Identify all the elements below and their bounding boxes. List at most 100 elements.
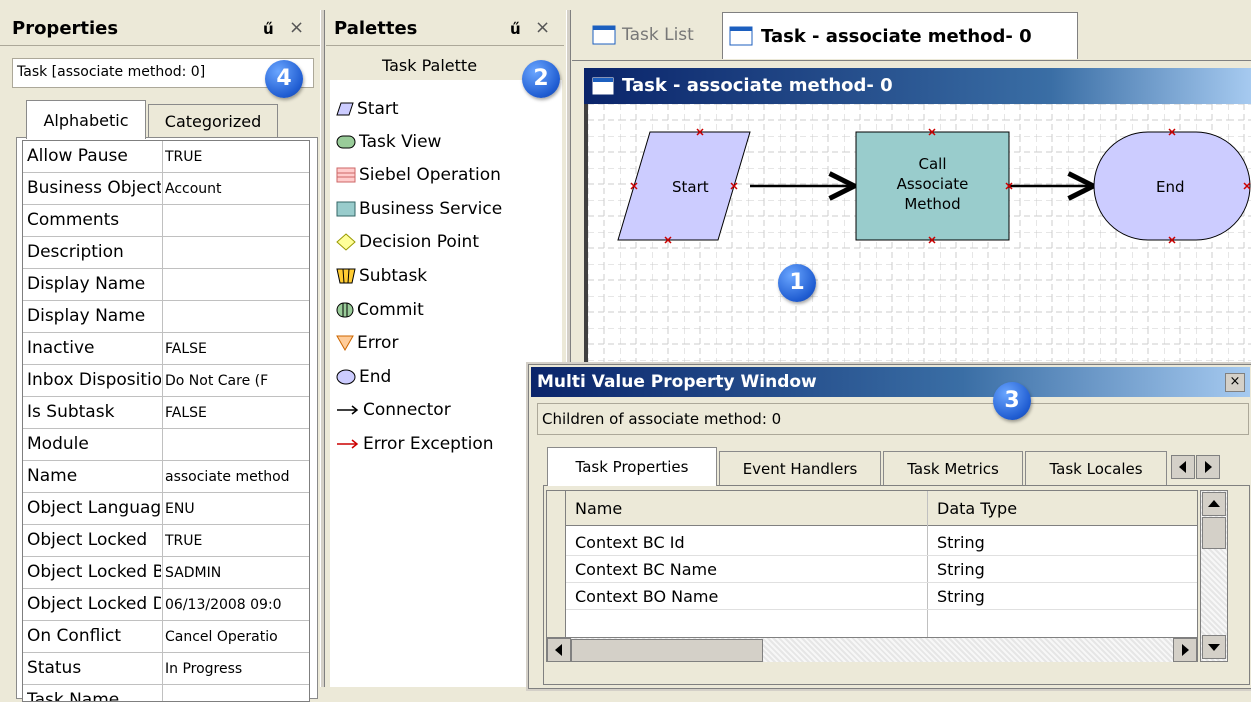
property-row[interactable]: Module bbox=[23, 429, 309, 461]
property-value[interactable]: Account bbox=[165, 181, 307, 203]
palette-item-task-view[interactable]: Task View bbox=[336, 127, 441, 157]
property-value[interactable]: TRUE bbox=[165, 533, 307, 555]
palette-item-commit[interactable]: Commit bbox=[336, 295, 424, 325]
property-value[interactable]: In Progress bbox=[165, 661, 307, 683]
property-row[interactable]: On Conflict Cancel Operatio bbox=[23, 621, 309, 653]
property-value[interactable]: FALSE bbox=[165, 341, 307, 363]
triangle-icon bbox=[336, 335, 354, 351]
property-row[interactable]: Name associate method bbox=[23, 461, 309, 493]
property-row[interactable]: Object Language ENU bbox=[23, 493, 309, 525]
close-icon[interactable]: × bbox=[289, 17, 304, 38]
tab-event-handlers[interactable]: Event Handlers bbox=[719, 451, 881, 485]
scroll-thumb[interactable] bbox=[571, 639, 763, 662]
property-name: Is Subtask bbox=[27, 402, 115, 422]
vertical-scrollbar[interactable] bbox=[1200, 490, 1228, 662]
property-value[interactable] bbox=[165, 277, 307, 299]
close-icon[interactable]: × bbox=[535, 17, 550, 38]
column-header-data-type[interactable]: Data Type bbox=[937, 499, 1017, 518]
property-row[interactable]: Is Subtask FALSE bbox=[23, 397, 309, 429]
palette-item-label: Error bbox=[357, 333, 399, 353]
tab-scroll-right-button[interactable] bbox=[1196, 455, 1220, 479]
property-value[interactable]: Cancel Operatio bbox=[165, 629, 307, 651]
tab-task-properties[interactable]: Task Properties bbox=[547, 447, 717, 486]
property-row[interactable]: Display Name bbox=[23, 269, 309, 301]
start-node-label[interactable]: Start bbox=[672, 178, 709, 196]
property-value[interactable]: FALSE bbox=[165, 405, 307, 427]
tab-task-locales[interactable]: Task Locales bbox=[1025, 451, 1167, 485]
mv-row-type[interactable]: String bbox=[937, 529, 985, 556]
tab-scroll-left-button[interactable] bbox=[1171, 455, 1195, 479]
property-value[interactable]: ENU bbox=[165, 501, 307, 523]
splitter[interactable] bbox=[320, 10, 325, 687]
property-value[interactable] bbox=[165, 437, 307, 459]
property-row[interactable]: Task Name bbox=[23, 685, 309, 701]
property-value[interactable]: SADMIN bbox=[165, 565, 307, 587]
property-row[interactable]: Business Object Account bbox=[23, 173, 309, 205]
property-row[interactable]: Object Locked TRUE bbox=[23, 525, 309, 557]
property-row[interactable]: Display Name bbox=[23, 301, 309, 333]
property-value[interactable]: Do Not Care (F bbox=[165, 373, 307, 395]
property-row[interactable]: Status In Progress bbox=[23, 653, 309, 685]
task-view-icon bbox=[336, 135, 356, 149]
property-value[interactable] bbox=[165, 213, 307, 235]
property-row[interactable]: Allow Pause TRUE bbox=[23, 141, 309, 173]
property-value[interactable]: TRUE bbox=[165, 149, 307, 171]
scroll-left-button[interactable] bbox=[547, 638, 571, 662]
tab-alphabetic[interactable]: Alphabetic bbox=[26, 100, 146, 139]
mv-row-name[interactable]: Context BC Id bbox=[575, 529, 685, 556]
close-icon[interactable]: × bbox=[1225, 373, 1245, 392]
property-row[interactable]: Object Locked By SADMIN bbox=[23, 557, 309, 589]
palette-subtitle: Task Palette bbox=[382, 56, 478, 75]
property-value[interactable] bbox=[165, 245, 307, 267]
mv-row-type[interactable]: String bbox=[937, 583, 985, 610]
tab-categorized[interactable]: Categorized bbox=[148, 104, 278, 137]
palette-item-business-service[interactable]: Business Service bbox=[336, 194, 502, 224]
property-row[interactable]: Comments bbox=[23, 205, 309, 237]
property-row[interactable]: Inbox Disposition Do Not Care (F bbox=[23, 365, 309, 397]
oval-icon bbox=[336, 369, 356, 385]
palette-item-label: Business Service bbox=[359, 199, 503, 219]
business-service-icon bbox=[336, 201, 356, 217]
palette-item-error[interactable]: Error bbox=[336, 328, 398, 358]
palette-item-connector[interactable]: Connector bbox=[336, 395, 451, 425]
horizontal-scrollbar[interactable] bbox=[547, 637, 1197, 662]
palette-item-siebel-operation[interactable]: Siebel Operation bbox=[336, 160, 501, 190]
window-titlebar[interactable]: Task - associate method- 0 bbox=[584, 68, 1251, 104]
mv-titlebar[interactable]: Multi Value Property Window × bbox=[531, 367, 1250, 397]
tab-task-metrics[interactable]: Task Metrics bbox=[883, 451, 1023, 485]
call-node-label[interactable]: Call Associate Method bbox=[856, 154, 1009, 214]
mv-row-name[interactable]: Context BO Name bbox=[575, 583, 718, 610]
mv-row-name[interactable]: Context BC Name bbox=[575, 556, 717, 583]
parallelogram-icon bbox=[336, 102, 354, 116]
property-value[interactable]: associate method bbox=[165, 469, 307, 491]
scroll-thumb[interactable] bbox=[1202, 517, 1226, 549]
palette-item-start[interactable]: Start bbox=[336, 94, 399, 124]
pin-icon[interactable]: ű bbox=[510, 20, 521, 38]
mv-title: Multi Value Property Window bbox=[537, 372, 817, 392]
column-divider bbox=[927, 491, 928, 661]
end-node-label[interactable]: End bbox=[1156, 178, 1185, 196]
palette-item-end[interactable]: End bbox=[336, 362, 391, 392]
palette-item-decision-point[interactable]: Decision Point bbox=[336, 227, 479, 257]
pin-icon[interactable]: ű bbox=[263, 20, 274, 38]
scroll-up-button[interactable] bbox=[1202, 492, 1226, 516]
property-value[interactable] bbox=[165, 693, 307, 701]
tab-task-list[interactable]: Task List bbox=[584, 14, 718, 56]
callout-badge-4: 4 bbox=[265, 60, 303, 98]
palette-item-error-exception[interactable]: Error Exception bbox=[336, 429, 494, 459]
palette-item-subtask[interactable]: Subtask bbox=[336, 261, 427, 291]
arrow-down-icon bbox=[1208, 644, 1220, 651]
property-row[interactable]: Inactive FALSE bbox=[23, 333, 309, 365]
property-value[interactable] bbox=[165, 309, 307, 331]
property-row[interactable]: Description bbox=[23, 237, 309, 269]
mv-row-type[interactable]: String bbox=[937, 556, 985, 583]
column-header-name[interactable]: Name bbox=[575, 499, 622, 518]
window-icon bbox=[592, 25, 616, 45]
property-name: Object Locked Date bbox=[27, 594, 161, 614]
scroll-right-button[interactable] bbox=[1173, 638, 1197, 662]
scroll-down-button[interactable] bbox=[1202, 635, 1226, 659]
property-value[interactable]: 06/13/2008 09:0 bbox=[165, 597, 307, 619]
tab-task-list-label: Task List bbox=[622, 25, 694, 45]
property-row[interactable]: Object Locked Date06/13/2008 09:0 bbox=[23, 589, 309, 621]
tab-task-active[interactable]: Task - associate method- 0 bbox=[722, 12, 1078, 59]
